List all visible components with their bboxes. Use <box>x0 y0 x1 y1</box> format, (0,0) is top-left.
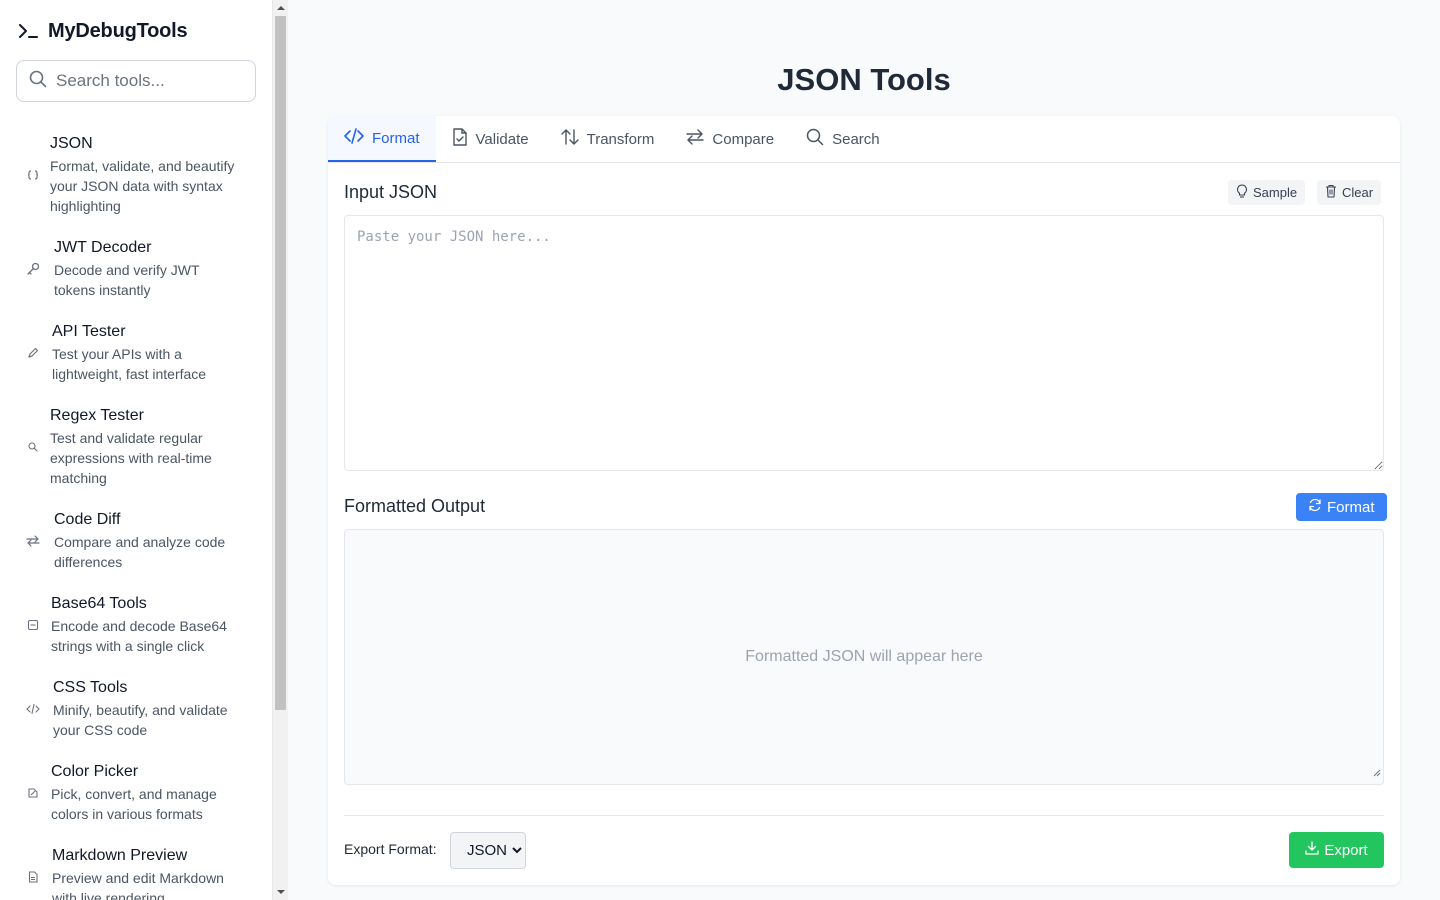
search-box[interactable] <box>16 60 256 102</box>
tool-title: Base64 Tools <box>51 595 147 612</box>
output-placeholder: Formatted JSON will appear here <box>745 648 983 665</box>
sidebar-item-jwt-decoder[interactable]: JWT Decoder Decode and verify JWT tokens … <box>16 238 256 300</box>
braces-icon <box>22 169 44 181</box>
code-icon <box>344 128 364 148</box>
tab-transform[interactable]: Transform <box>545 116 671 162</box>
tab-validate[interactable]: Validate <box>436 116 545 162</box>
sidebar-item-css-tools[interactable]: CSS Tools Minify, beautify, and validate… <box>16 678 256 740</box>
tool-desc: Test your APIs with a lightweight, fast i… <box>52 346 207 382</box>
tool-desc: Pick, convert, and manage colors in vario… <box>51 786 217 822</box>
tool-title: CSS Tools <box>53 679 128 696</box>
tab-label: Format <box>372 129 420 147</box>
refresh-icon <box>1308 498 1322 516</box>
download-icon <box>1305 841 1319 859</box>
format-label: Format <box>1327 498 1375 516</box>
tab-label: Compare <box>712 130 775 148</box>
export-format-select[interactable]: JSON <box>450 832 526 869</box>
clear-label: Clear <box>1342 185 1374 200</box>
scroll-down-arrow-icon[interactable] <box>273 884 289 900</box>
format-button[interactable]: Format <box>1296 493 1387 521</box>
sidebar: MyDebugTools JSON Format, validate, and … <box>0 0 272 900</box>
tool-desc: Preview and edit Markdown with live rende… <box>52 870 224 900</box>
page-title: JSON Tools <box>777 62 951 97</box>
swap-icon <box>686 129 705 149</box>
export-label-text: Export <box>1324 841 1368 859</box>
export-format-label: Export Format: <box>344 841 437 857</box>
trash-icon <box>1325 184 1337 201</box>
terminal-icon <box>18 21 38 41</box>
clear-button[interactable]: Clear <box>1317 180 1382 205</box>
brand[interactable]: MyDebugTools <box>18 18 188 44</box>
search-icon <box>22 442 44 452</box>
swap-icon <box>22 535 44 547</box>
tool-title: Regex Tester <box>50 407 144 424</box>
brand-name: MyDebugTools <box>48 19 188 42</box>
sidebar-item-base64-tools[interactable]: Base64 Tools Encode and decode Base64 str… <box>16 594 256 656</box>
tool-desc: Test and validate regular expressions wit… <box>50 430 212 486</box>
tab-search[interactable]: Search <box>790 116 896 162</box>
input-label: Input JSON <box>344 182 438 202</box>
tab-label: Search <box>832 130 880 148</box>
scroll-up-arrow-icon[interactable] <box>273 0 289 16</box>
sidebar-scrollbar[interactable] <box>272 0 288 900</box>
pen-icon <box>22 347 44 359</box>
arrows-updown-icon <box>560 128 579 150</box>
key-icon <box>22 262 44 276</box>
file-icon <box>22 871 44 883</box>
sidebar-item-code-diff[interactable]: Code Diff Compare and analyze code differ… <box>16 510 256 572</box>
divider <box>344 815 1384 816</box>
tool-title: API Tester <box>52 323 126 340</box>
main-content: JSON Tools Format Validate Transform Com… <box>288 0 1440 900</box>
tab-format[interactable]: Format <box>328 116 436 162</box>
sample-label: Sample <box>1253 185 1298 200</box>
search-input[interactable] <box>56 71 236 91</box>
tool-title: JSON <box>50 135 93 152</box>
sidebar-item-regex-tester[interactable]: Regex Tester Test and validate regular ex… <box>16 406 256 488</box>
export-button[interactable]: Export <box>1289 832 1384 868</box>
output-label: Formatted Output <box>344 496 486 516</box>
sidebar-item-markdown-preview[interactable]: Markdown Preview Preview and edit Markdo… <box>16 846 256 900</box>
tool-title: Code Diff <box>54 511 121 528</box>
json-output[interactable]: Formatted JSON will appear here <box>344 529 1384 785</box>
tool-title: Color Picker <box>51 763 139 780</box>
sample-button[interactable]: Sample <box>1228 180 1306 205</box>
file-check-icon <box>452 128 468 150</box>
tab-label: Validate <box>475 130 529 148</box>
tab-compare[interactable]: Compare <box>670 116 790 162</box>
tool-card: Format Validate Transform Compare Search… <box>328 116 1400 885</box>
tool-desc: Encode and decode Base64 strings with a s… <box>51 618 227 654</box>
tool-desc: Compare and analyze code differences <box>54 534 226 570</box>
search-icon <box>806 128 824 150</box>
image-icon <box>22 619 44 631</box>
lightbulb-icon <box>1236 184 1248 201</box>
sidebar-item-json[interactable]: JSON Format, validate, and beautify your … <box>16 134 256 216</box>
search-icon <box>29 70 47 93</box>
json-input[interactable] <box>344 215 1384 471</box>
sidebar-item-color-picker[interactable]: Color Picker Pick, convert, and manage co… <box>16 762 256 824</box>
tab-label: Transform <box>586 130 655 148</box>
tool-desc: Decode and verify JWT tokens instantly <box>54 262 200 298</box>
tool-title: JWT Decoder <box>54 239 152 256</box>
scroll-thumb[interactable] <box>275 16 286 710</box>
palette-icon <box>22 787 44 799</box>
code-icon <box>22 703 44 715</box>
tool-desc: Minify, beautify, and validate your CSS c… <box>53 702 228 738</box>
tool-desc: Format, validate, and beautify your JSON … <box>50 158 235 214</box>
resize-grip-icon[interactable] <box>1373 764 1381 782</box>
tool-title: Markdown Preview <box>52 847 188 864</box>
sidebar-item-api-tester[interactable]: API Tester Test your APIs with a lightwei… <box>16 322 256 384</box>
tab-bar: Format Validate Transform Compare Search <box>328 116 1400 163</box>
